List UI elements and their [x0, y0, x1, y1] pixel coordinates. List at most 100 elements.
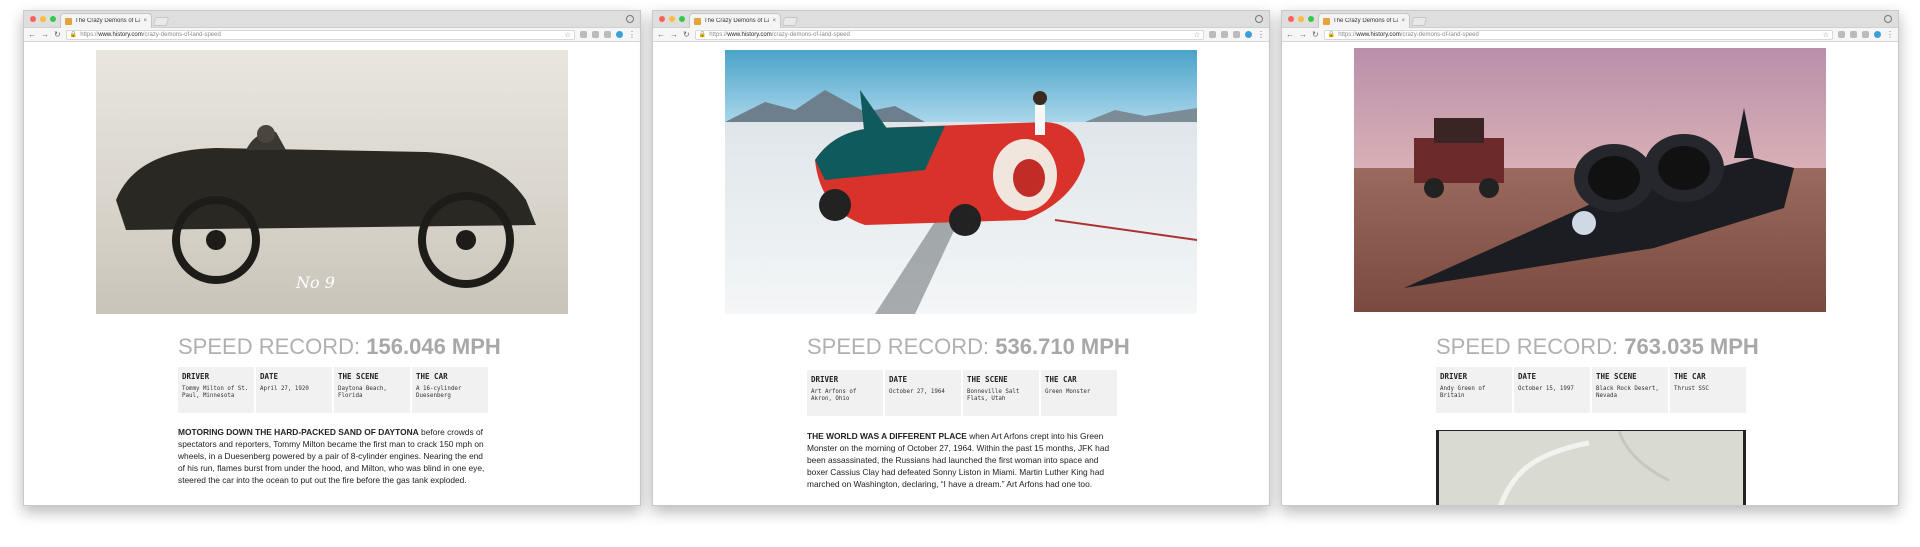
extension-icon[interactable]	[1862, 31, 1869, 38]
green-monster-photo	[725, 50, 1197, 314]
extension-icon[interactable]	[1850, 31, 1857, 38]
bookmark-star-icon[interactable]: ☆	[1823, 31, 1829, 39]
browser-toolbar: ← → ↻ 🔒 https://www.history.com/crazy-de…	[1282, 28, 1898, 42]
new-tab-button[interactable]	[781, 17, 799, 26]
extension-icon[interactable]	[1245, 31, 1252, 38]
article-paragraph: THE WORLD WAS A DIFFERENT PLACE when Art…	[807, 431, 1110, 489]
browser-toolbar: ← → ↻ 🔒 https://www.history.com/crazy-de…	[24, 28, 640, 42]
extension-icon[interactable]	[1221, 31, 1228, 38]
bookmark-star-icon[interactable]: ☆	[565, 31, 571, 39]
screenshot-stage: The Crazy Demons of Land-Sp × ← → ↻ 🔒 ht…	[0, 0, 1920, 547]
window-controls	[30, 16, 56, 22]
tab-close-icon[interactable]: ×	[143, 18, 147, 24]
page-content: SPEED RECORD: 536.710 MPH DRIVER Art Arfo…	[653, 42, 1269, 505]
minimize-window-button[interactable]	[40, 16, 46, 22]
browser-tab[interactable]: The Crazy Demons of Land-Sp ×	[689, 13, 781, 28]
page-content: SPEED RECORD: 763.035 MPH DRIVER Andy Gre…	[1282, 42, 1898, 505]
browser-menu-icon[interactable]: ⋮	[628, 30, 636, 39]
profile-icon[interactable]	[1255, 15, 1263, 23]
tab-bar: The Crazy Demons of Land-Sp ×	[1282, 11, 1898, 28]
speed-record-heading: SPEED RECORD: 156.046 MPH	[178, 334, 501, 359]
record-facts-table: DRIVER Art Arfons of Akron, Ohio DATE Octo…	[807, 370, 1117, 416]
extension-icon[interactable]	[580, 31, 587, 38]
extension-icon[interactable]	[592, 31, 599, 38]
page-content: No 9 SPEED RECORD: 156.046 MPH DRIVER Tom…	[24, 42, 640, 505]
url-text: https://www.history.com/crazy-demons-of-…	[80, 31, 221, 38]
browser-toolbar: ← → ↻ 🔒 https://www.history.com/crazy-de…	[653, 28, 1269, 42]
record-facts-table: DRIVER Andy Green of Britain DATE October …	[1436, 367, 1746, 413]
tab-bar: The Crazy Demons of Land-Sp ×	[24, 11, 640, 28]
fact-scene: THE SCENE Bonneville Salt Flats, Utah	[963, 370, 1039, 416]
profile-icon[interactable]	[626, 15, 634, 23]
window-controls	[659, 16, 685, 22]
fact-car: THE CAR Green Monster	[1041, 370, 1117, 416]
fact-driver: DRIVER Andy Green of Britain	[1436, 367, 1512, 413]
fact-date: DATE October 27, 1964	[885, 370, 961, 416]
fact-date: DATE April 27, 1920	[256, 367, 332, 413]
browser-menu-icon[interactable]: ⋮	[1886, 30, 1894, 39]
new-tab-button[interactable]	[152, 17, 170, 26]
minimize-window-button[interactable]	[669, 16, 675, 22]
embedded-map-image	[1436, 430, 1746, 505]
fact-driver: DRIVER Art Arfons of Akron, Ohio	[807, 370, 883, 416]
tab-title: The Crazy Demons of Land-Sp	[75, 18, 140, 24]
back-icon[interactable]: ←	[657, 30, 665, 39]
lock-icon: 🔒	[1327, 32, 1336, 38]
fact-scene: THE SCENE Black Rock Desert, Nevada	[1592, 367, 1668, 413]
tab-close-icon[interactable]: ×	[772, 18, 776, 24]
new-tab-button[interactable]	[1410, 17, 1428, 26]
browser-menu-icon[interactable]: ⋮	[1257, 30, 1265, 39]
close-window-button[interactable]	[1288, 16, 1294, 22]
extension-icon[interactable]	[1233, 31, 1240, 38]
browser-window-1: The Crazy Demons of Land-Sp × ← → ↻ 🔒 ht…	[23, 10, 641, 506]
svg-text:No 9: No 9	[295, 273, 335, 292]
minimize-window-button[interactable]	[1298, 16, 1304, 22]
browser-tab[interactable]: The Crazy Demons of Land-Sp ×	[1318, 13, 1410, 28]
reload-icon[interactable]: ↻	[1312, 30, 1319, 39]
browser-window-2: The Crazy Demons of Land-Sp × ← → ↻ 🔒 ht…	[652, 10, 1270, 506]
reload-icon[interactable]: ↻	[683, 30, 690, 39]
extension-icon[interactable]	[616, 31, 623, 38]
address-bar[interactable]: 🔒 https://www.history.com/crazy-demons-o…	[65, 29, 575, 40]
tab-bar: The Crazy Demons of Land-Sp ×	[653, 11, 1269, 28]
close-window-button[interactable]	[659, 16, 665, 22]
extension-icon[interactable]	[604, 31, 611, 38]
article-paragraph: MOTORING DOWN THE HARD-PACKED SAND OF DA…	[178, 427, 485, 485]
forward-icon[interactable]: →	[41, 30, 49, 39]
url-text: https://www.history.com/crazy-demons-of-…	[709, 31, 850, 38]
history-favicon-icon	[65, 17, 72, 25]
tab-close-icon[interactable]: ×	[1401, 18, 1405, 24]
history-favicon-icon	[1323, 17, 1330, 25]
extension-icon[interactable]	[1838, 31, 1845, 38]
tab-title: The Crazy Demons of Land-Sp	[1333, 18, 1398, 24]
extension-icon[interactable]	[1209, 31, 1216, 38]
bookmark-star-icon[interactable]: ☆	[1194, 31, 1200, 39]
lock-icon: 🔒	[698, 32, 707, 38]
address-bar[interactable]: 🔒 https://www.history.com/crazy-demons-o…	[694, 29, 1204, 40]
fact-car: THE CAR Thrust SSC	[1670, 367, 1746, 413]
extension-icon[interactable]	[1874, 31, 1881, 38]
speed-record-heading: SPEED RECORD: 763.035 MPH	[1436, 334, 1759, 359]
forward-icon[interactable]: →	[670, 30, 678, 39]
forward-icon[interactable]: →	[1299, 30, 1307, 39]
record-facts-table: DRIVER Tommy Milton of St. Paul, Minnesot…	[178, 367, 488, 413]
back-icon[interactable]: ←	[28, 30, 36, 39]
thrust-ssc-photo	[1354, 48, 1826, 312]
speed-record-heading: SPEED RECORD: 536.710 MPH	[807, 334, 1130, 359]
window-controls	[1288, 16, 1314, 22]
url-text: https://www.history.com/crazy-demons-of-…	[1338, 31, 1479, 38]
zoom-window-button[interactable]	[50, 16, 56, 22]
zoom-window-button[interactable]	[679, 16, 685, 22]
lock-icon: 🔒	[69, 32, 78, 38]
close-window-button[interactable]	[30, 16, 36, 22]
reload-icon[interactable]: ↻	[54, 30, 61, 39]
fact-driver: DRIVER Tommy Milton of St. Paul, Minnesot…	[178, 367, 254, 413]
back-icon[interactable]: ←	[1286, 30, 1294, 39]
address-bar[interactable]: 🔒 https://www.history.com/crazy-demons-o…	[1323, 29, 1833, 40]
fact-scene: THE SCENE Daytona Beach, Florida	[334, 367, 410, 413]
race-car-photo: No 9	[96, 50, 568, 314]
browser-tab[interactable]: The Crazy Demons of Land-Sp ×	[60, 13, 152, 28]
profile-icon[interactable]	[1884, 15, 1892, 23]
zoom-window-button[interactable]	[1308, 16, 1314, 22]
history-favicon-icon	[694, 17, 701, 25]
